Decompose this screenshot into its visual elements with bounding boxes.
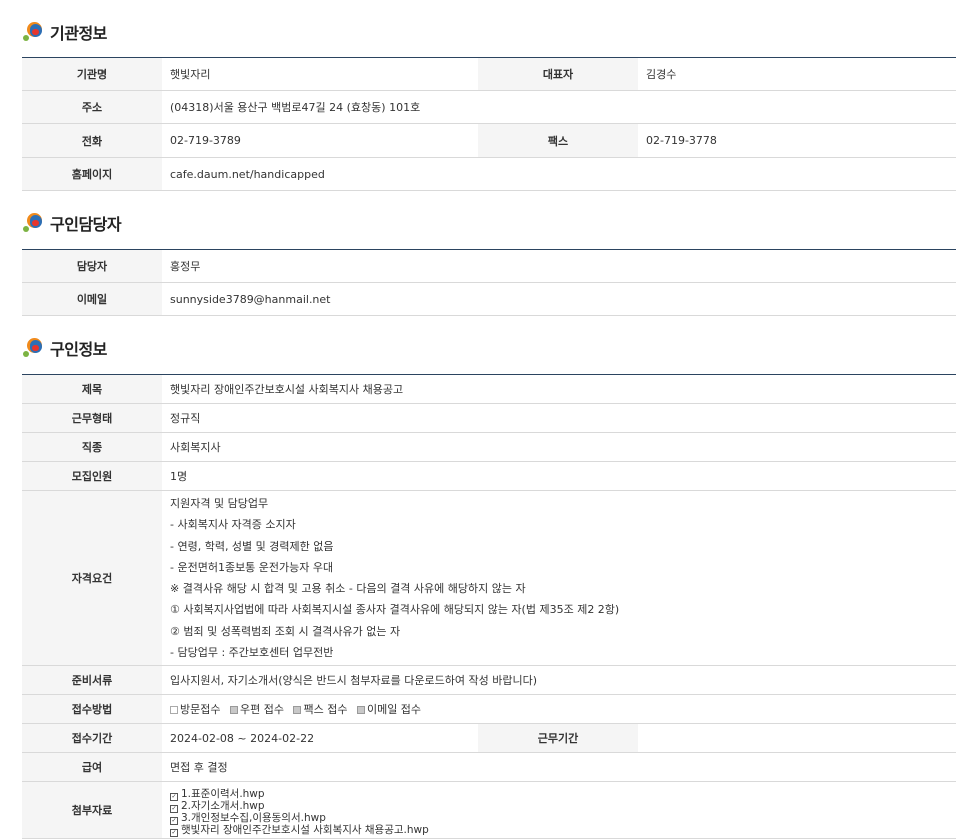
email-link[interactable]: sunnyside3789@hanmail.net [162,282,956,316]
fax: 02-719-3778 [638,123,956,158]
job-table: 제목 햇빛자리 장애인주간보호시설 사회복지사 채용공고 근무형태 정규직 직종… [22,374,956,839]
checkbox-checked-icon [356,706,365,715]
logo-icon [22,337,44,359]
rep-name: 김경수 [638,57,956,91]
email-label: 이메일 [22,282,162,316]
checkbox-checked-icon [229,706,238,715]
method-fax: 팩스 접수 [293,703,347,716]
work-type: 정규직 [162,403,956,433]
file-icon: ✓ [170,817,178,826]
qual-line: - 운전면허1종보통 운전가능자 우대 [170,560,334,574]
home-label: 홈페이지 [22,157,162,191]
contact-title: 구인담당자 [50,215,122,234]
salary-label: 급여 [22,752,162,783]
tel: 02-719-3789 [162,123,478,158]
attach-label: 첨부자료 [22,781,162,839]
qual-line: - 연령, 학력, 성별 및 경력제한 없음 [170,539,334,553]
docs: 입사지원서, 자기소개서(양식은 반드시 첨부자료를 다운로드하여 작성 바랍니… [162,665,956,696]
logo-icon [22,21,44,43]
file-icon: ✓ [170,805,178,814]
manager: 홍정무 [162,249,956,283]
qual-line: - 사회복지사 자격증 소지자 [170,518,296,532]
type-label: 근무형태 [22,403,162,433]
file-icon: ✓ [170,793,178,802]
work-period [638,723,956,754]
org-section-title: 기관정보 [22,20,107,44]
addr-label: 주소 [22,90,162,124]
docs-label: 준비서류 [22,665,162,696]
qual-line: ※ 결격사유 해당 시 합격 및 고용 취소 - 다음의 결격 사유에 해당하지… [170,582,526,596]
addr: (04318)서울 용산구 백범로47길 24 (효창동) 101호 [162,90,956,124]
contact-table: 담당자 홍정무 이메일 sunnyside3789@hanmail.net [22,249,956,316]
job-title: 구인정보 [50,340,107,359]
qual-line: 지원자격 및 담당업무 [170,497,269,510]
logo-icon [22,212,44,234]
org-table: 기관명 햇빛자리 대표자 김경수 주소 (04318)서울 용산구 백범로47길… [22,57,956,191]
attachment-list: ✓ 1.표준이력서.hwp ✓ 2.자기소개서.hwp ✓ 3.개인정보수집,이용동의… [162,781,956,839]
contact-section-title: 구인담당자 [22,211,122,235]
tel-label: 전화 [22,123,162,158]
method-visit: 방문접수 [170,703,220,716]
attachment-link[interactable]: ✓ 1.표준이력서.hwp [170,789,956,802]
job-section-title: 구인정보 [22,336,107,360]
rep-label: 대표자 [478,57,638,91]
org-title: 기관정보 [50,24,107,43]
org-name-label: 기관명 [22,57,162,91]
method-email: 이메일 접수 [356,703,421,716]
work-period-label: 근무기간 [478,723,638,754]
qual-line: - 담당업무 : 주간보호센터 업무전반 [170,646,334,660]
headcount: 1명 [162,461,956,491]
method-label: 접수방법 [22,694,162,725]
fax-label: 팩스 [478,123,638,158]
methods: 방문접수 우편 접수 팩스 접수 이메일 접수 [162,694,956,725]
occupation: 사회복지사 [162,432,956,462]
checkbox-icon [170,706,178,715]
qual-list: 지원자격 및 담당업무 - 사회복지사 자격증 소지자 - 연령, 학력, 성별… [162,490,956,667]
period: 2024-02-08 ~ 2024-02-22 [162,723,478,754]
qual-line: ② 범죄 및 성폭력범죄 조회 시 결격사유가 없는 자 [170,624,401,638]
qual-label: 자격요건 [22,490,162,667]
manager-label: 담당자 [22,249,162,283]
period-label: 접수기간 [22,723,162,754]
qual-line: ① 사회복지사업법에 따라 사회복지시설 종사자 결격사유에 해당되지 않는 자… [170,603,620,617]
headcount-label: 모집인원 [22,461,162,491]
subject: 햇빛자리 장애인주간보호시설 사회복지사 채용공고 [162,374,956,404]
method-mail: 우편 접수 [229,703,284,716]
salary: 면접 후 결정 [162,752,956,783]
subject-label: 제목 [22,374,162,404]
org-name: 햇빛자리 [162,57,478,91]
file-icon: ✓ [170,829,178,838]
attachment-link[interactable]: ✓ 햇빛자리 장애인주간보호시설 사회복지사 채용공고.hwp [170,825,956,838]
homepage-link[interactable]: cafe.daum.net/handicapped [162,157,956,191]
checkbox-checked-icon [293,706,302,715]
occupation-label: 직종 [22,432,162,462]
